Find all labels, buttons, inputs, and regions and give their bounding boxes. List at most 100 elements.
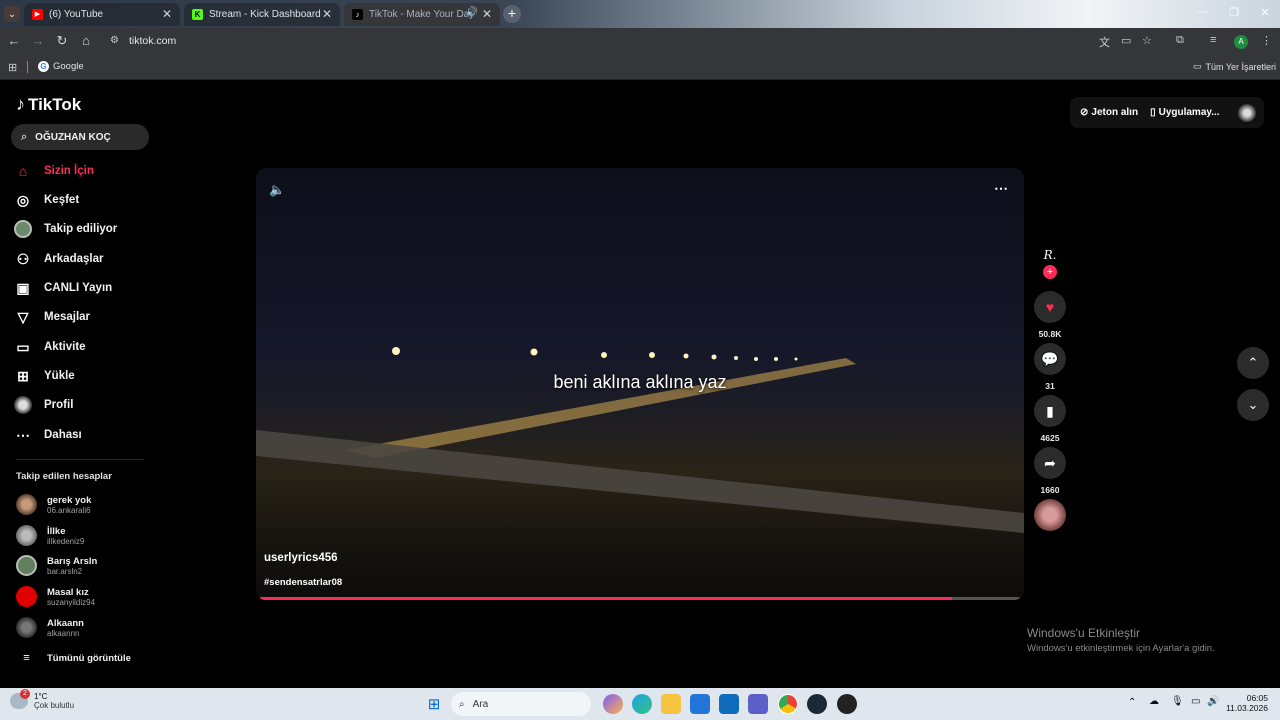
- video-player[interactable]: 🔈 ⋯ beni aklına aklına yaz userlyrics456…: [256, 168, 1024, 600]
- nav-more[interactable]: ⋯ Dahası: [14, 426, 82, 444]
- nav-upload[interactable]: ⊞ Yükle: [14, 367, 75, 385]
- more-options-icon[interactable]: ⋯: [994, 180, 1008, 197]
- profile-avatar[interactable]: A: [1234, 35, 1248, 49]
- comment-count: 31: [1045, 381, 1055, 391]
- reload-button[interactable]: ↻: [54, 33, 70, 49]
- volume-icon[interactable]: 🔈: [269, 182, 285, 198]
- get-app-button[interactable]: ▯ Uygulamay...: [1150, 107, 1219, 118]
- copilot-icon[interactable]: [603, 694, 623, 714]
- see-all-button[interactable]: ≡ Tümünü görüntüle: [16, 652, 131, 664]
- comment-button[interactable]: 💬 31: [1034, 343, 1066, 391]
- nav-explore[interactable]: ◎ Keşfet: [14, 191, 79, 209]
- taskbar-search-label: Ara: [472, 698, 489, 710]
- site-info-icon[interactable]: ⚙: [110, 35, 119, 46]
- search-input[interactable]: ⌕ OĞUZHAN KOÇ: [11, 124, 149, 150]
- extensions-icon[interactable]: ⧉: [1176, 34, 1184, 47]
- next-video-button[interactable]: ⌄: [1237, 389, 1269, 421]
- header-pill: ⊘ Jeton alın ▯ Uygulamay...: [1070, 97, 1264, 128]
- get-coins-button[interactable]: ⊘ Jeton alın: [1080, 107, 1138, 118]
- maximize-button[interactable]: ❐: [1224, 6, 1244, 19]
- home-icon: ⌂: [18, 163, 28, 179]
- user-avatar[interactable]: [1237, 103, 1256, 122]
- url-field[interactable]: tiktok.com: [129, 35, 176, 47]
- previous-video-button[interactable]: ⌃: [1237, 347, 1269, 379]
- tray-chevron-icon[interactable]: ⌃: [1128, 697, 1136, 708]
- creator-avatar[interactable]: R. +: [1034, 248, 1066, 279]
- avatar: [16, 525, 37, 546]
- tab-kick[interactable]: K Stream - Kick Dashboard ✕: [184, 3, 340, 26]
- bookmark-google[interactable]: G Google: [38, 61, 84, 72]
- bookmark-icon: ▮: [1034, 395, 1066, 427]
- avatar: [16, 617, 37, 638]
- followed-account[interactable]: Alkaann alkaannn: [16, 617, 84, 638]
- search-icon: ⌕: [21, 130, 28, 143]
- nav-profile[interactable]: Profil: [14, 396, 73, 414]
- mic-icon[interactable]: 🎙: [1171, 696, 1184, 707]
- steam-icon[interactable]: [807, 694, 827, 714]
- share-button[interactable]: ➦ 1660: [1034, 447, 1066, 495]
- taskbar-search[interactable]: ⌕ Ara: [451, 692, 591, 716]
- new-tab-button[interactable]: +: [503, 5, 521, 23]
- reading-list-icon[interactable]: ≡: [1210, 34, 1216, 46]
- nav-friends[interactable]: ⚇ Arkadaşlar: [14, 250, 104, 268]
- nav-messages[interactable]: ▽ Mesajlar: [14, 308, 90, 326]
- chrome-icon[interactable]: [778, 694, 798, 714]
- menu-kebab-icon[interactable]: ⋮: [1261, 34, 1272, 47]
- outlook-icon[interactable]: [719, 694, 739, 714]
- follow-plus-icon[interactable]: +: [1043, 265, 1057, 279]
- all-bookmarks-button[interactable]: ▭ Tüm Yer İşaretleri: [1193, 61, 1276, 72]
- start-button[interactable]: ⊞: [424, 694, 444, 714]
- tab-tiktok[interactable]: ♪ TikTok - Make Your Day 🔊 ✕: [344, 3, 500, 26]
- weather-widget[interactable]: 2 1°C Çok bulutlu: [10, 689, 74, 710]
- bookmark-star-icon[interactable]: ☆: [1142, 34, 1152, 47]
- speaker-icon[interactable]: 🔊: [466, 7, 478, 18]
- street-light: [754, 357, 758, 361]
- video-hashtag[interactable]: #sendensatrlar08: [264, 577, 342, 588]
- close-icon[interactable]: ✕: [322, 7, 332, 21]
- edge-icon[interactable]: [632, 694, 652, 714]
- tab-youtube[interactable]: ▶ (6) YouTube ✕: [24, 3, 180, 26]
- display-icon[interactable]: ▭: [1191, 696, 1200, 707]
- minimize-button[interactable]: —: [1193, 6, 1213, 18]
- translate-icon[interactable]: 文: [1099, 34, 1110, 50]
- like-button[interactable]: ♥ 50.8K: [1034, 291, 1066, 339]
- nav-label: Arkadaşlar: [44, 253, 104, 265]
- volume-tray-icon[interactable]: 🔊: [1207, 696, 1219, 707]
- cloud-icon[interactable]: ☁: [1149, 696, 1159, 707]
- teams-icon[interactable]: [748, 694, 768, 714]
- nav-live[interactable]: ▣ CANLI Yayın: [14, 279, 112, 297]
- more-icon: ⋯: [16, 426, 30, 443]
- video-progress-bar[interactable]: [260, 597, 1020, 600]
- chevron-up-icon: ⌃: [1247, 355, 1259, 370]
- followed-account[interactable]: gerek yok 06.ankarali6: [16, 494, 91, 515]
- close-icon[interactable]: ✕: [162, 7, 172, 21]
- window-close-button[interactable]: ✕: [1255, 6, 1275, 19]
- all-bookmarks-label: Tüm Yer İşaretleri: [1205, 61, 1277, 72]
- cast-icon[interactable]: ▭: [1121, 34, 1131, 47]
- app-icon[interactable]: [837, 694, 857, 714]
- tiktok-logo[interactable]: ♪ TikTok: [16, 94, 81, 115]
- coin-icon: ⊘: [1080, 107, 1089, 118]
- nav-following[interactable]: Takip ediliyor: [14, 220, 117, 238]
- forward-button[interactable]: →: [30, 33, 46, 48]
- save-button[interactable]: ▮ 4625: [1034, 395, 1066, 443]
- nav-for-you[interactable]: ⌂ Sizin İçin: [14, 162, 94, 180]
- apps-grid-icon[interactable]: ⊞: [8, 61, 17, 74]
- store-icon[interactable]: [690, 694, 710, 714]
- tab-search-button[interactable]: ⌄: [4, 6, 20, 22]
- followed-account[interactable]: Masal kız suzanyildiz94: [16, 586, 95, 607]
- followed-account[interactable]: Barış Arsln bar.arsln2: [16, 555, 97, 576]
- music-disc[interactable]: [1034, 499, 1066, 531]
- video-author[interactable]: userlyrics456: [264, 552, 338, 564]
- nav-label: Mesajlar: [44, 311, 91, 323]
- creator-initial: R.: [1043, 248, 1057, 262]
- followed-account[interactable]: İllke illkedeniz9: [16, 525, 84, 546]
- nav-label: Profil: [44, 399, 74, 411]
- close-icon[interactable]: ✕: [482, 7, 492, 21]
- back-button[interactable]: ←: [6, 33, 22, 48]
- clock[interactable]: 06:05 11.03.2026: [1222, 693, 1268, 713]
- home-button[interactable]: ⌂: [78, 33, 94, 48]
- file-explorer-icon[interactable]: [661, 694, 681, 714]
- nav-activity[interactable]: ▭ Aktivite: [14, 338, 85, 356]
- tab-label: Stream - Kick Dashboard: [209, 9, 321, 20]
